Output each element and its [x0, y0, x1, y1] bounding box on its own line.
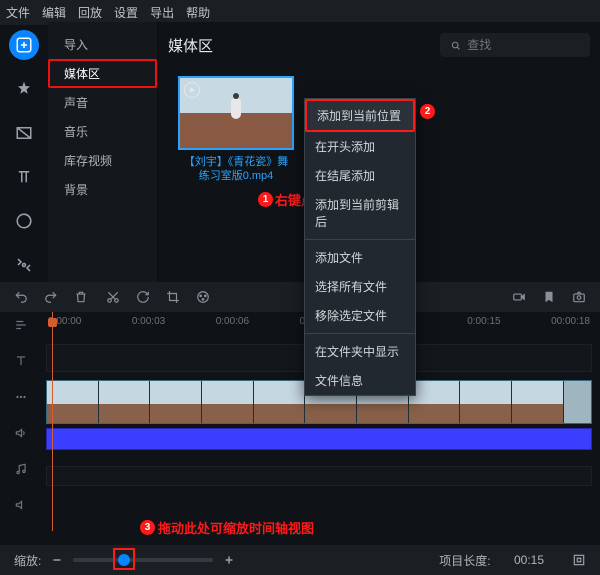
panel-title: 媒体区: [168, 35, 213, 56]
tool-transitions[interactable]: [9, 118, 39, 148]
search-box[interactable]: [440, 33, 590, 57]
ruler-t2: 0:00:06: [216, 316, 249, 336]
thumb-caption: 【刘宇】《青花瓷》舞 练习室版0.mp4: [178, 155, 294, 183]
badge-3: 3: [140, 520, 155, 535]
media-sidebar: 导入 媒体区 声音 音乐 库存视频 背景: [48, 22, 158, 282]
timeline-toolbar: [0, 282, 600, 312]
tool-effects[interactable]: [9, 74, 39, 104]
tl-music-icon[interactable]: [14, 462, 28, 476]
ctx-add-file[interactable]: 添加文件: [305, 243, 415, 272]
tl-volume2-icon[interactable]: [14, 498, 28, 512]
ctx-sep-1: [305, 239, 415, 240]
callout-3: 3 拖动此处可缩放时间轴视图: [140, 518, 314, 537]
ruler-t1: 0:00:03: [132, 316, 165, 336]
undo-icon[interactable]: [14, 290, 28, 304]
sidebar-item-import[interactable]: 导入: [48, 30, 157, 59]
ctx-show-in-folder[interactable]: 在文件夹中显示: [305, 337, 415, 366]
ctx-add-current-label: 添加到当前位置: [317, 109, 401, 123]
track-audio[interactable]: [46, 428, 592, 450]
video-frame: [512, 381, 564, 423]
zoom-knob[interactable]: [118, 554, 130, 566]
zoom-slider[interactable]: [73, 558, 213, 562]
tl-video-icon[interactable]: [14, 390, 28, 404]
tl-settings-icon[interactable]: [14, 318, 28, 332]
tool-rail: [0, 22, 48, 282]
zoom-in-icon[interactable]: [223, 554, 235, 566]
project-length-value: 00:15: [514, 553, 544, 567]
tool-add-media[interactable]: [9, 30, 39, 60]
crop-icon[interactable]: [166, 290, 180, 304]
video-frame: [99, 381, 151, 423]
context-menu: 添加到当前位置 2 在开头添加 在结尾添加 添加到当前剪辑后 添加文件 选择所有…: [304, 98, 416, 396]
thumb-figure: [229, 93, 243, 123]
menu-export[interactable]: 导出: [150, 4, 174, 21]
ctx-sep-2: [305, 333, 415, 334]
thumb-image[interactable]: [178, 76, 294, 150]
ctx-select-all[interactable]: 选择所有文件: [305, 272, 415, 301]
track-music[interactable]: [46, 466, 592, 486]
menu-play[interactable]: 回放: [78, 4, 102, 21]
thumb-caption-line2: 练习室版0.mp4: [178, 169, 294, 183]
tool-titles[interactable]: [9, 162, 39, 192]
redo-icon[interactable]: [44, 290, 58, 304]
timeline-left-tools: [0, 312, 42, 545]
search-icon: [450, 39, 461, 52]
fit-icon[interactable]: [572, 553, 586, 567]
video-frame: [47, 381, 99, 423]
ctx-remove-selected[interactable]: 移除选定文件: [305, 301, 415, 330]
tl-volume-icon[interactable]: [14, 426, 28, 440]
video-frame: [150, 381, 202, 423]
cut-icon[interactable]: [106, 290, 120, 304]
menu-help[interactable]: 帮助: [186, 4, 210, 21]
timeline: 0:00:00 0:00:03 0:00:06 0:00:09 0:00:12 …: [0, 312, 600, 545]
ctx-add-current[interactable]: 添加到当前位置 2: [305, 99, 415, 132]
ctx-add-start[interactable]: 在开头添加: [305, 132, 415, 161]
ctx-file-info[interactable]: 文件信息: [305, 366, 415, 395]
rotate-icon[interactable]: [136, 290, 150, 304]
media-thumb[interactable]: 【刘宇】《青花瓷》舞 练习室版0.mp4: [178, 76, 294, 183]
sidebar-item-stock[interactable]: 库存视频: [48, 146, 157, 175]
zoom-label: 缩放:: [14, 552, 41, 569]
tool-stickers[interactable]: [9, 206, 39, 236]
thumb-caption-line1: 【刘宇】《青花瓷》舞: [178, 155, 294, 169]
record-icon[interactable]: [512, 290, 526, 304]
sidebar-item-music[interactable]: 音乐: [48, 117, 157, 146]
tl-text-icon[interactable]: [14, 354, 28, 368]
video-frame: [409, 381, 461, 423]
playhead[interactable]: [52, 312, 53, 531]
zoom-out-icon[interactable]: [51, 554, 63, 566]
tool-more[interactable]: [9, 250, 39, 280]
menu-settings[interactable]: 设置: [114, 4, 138, 21]
ctx-add-end[interactable]: 在结尾添加: [305, 161, 415, 190]
snapshot-icon[interactable]: [572, 290, 586, 304]
sidebar-item-media[interactable]: 媒体区: [48, 59, 157, 88]
panel-header: 媒体区: [168, 28, 590, 62]
sidebar-item-background[interactable]: 背景: [48, 175, 157, 204]
badge-1: 1: [258, 192, 273, 207]
ruler-t5: 0:00:15: [467, 316, 500, 336]
sidebar-item-sound[interactable]: 声音: [48, 88, 157, 117]
menu-edit[interactable]: 编辑: [42, 4, 66, 21]
callout-3-text: 拖动此处可缩放时间轴视图: [158, 518, 314, 537]
menu-file[interactable]: 文件: [6, 4, 30, 21]
color-icon[interactable]: [196, 290, 210, 304]
ctx-add-after-clip[interactable]: 添加到当前剪辑后: [305, 190, 415, 236]
marker-icon[interactable]: [542, 290, 556, 304]
search-input[interactable]: [467, 38, 580, 52]
project-length-label: 项目长度:: [439, 552, 490, 569]
badge-2: 2: [420, 104, 435, 119]
video-frame: [460, 381, 512, 423]
ruler-t6: 00:00:18: [551, 316, 590, 336]
play-icon: [184, 82, 200, 98]
delete-icon[interactable]: [74, 290, 88, 304]
bottom-bar: 缩放: 项目长度: 00:15: [0, 545, 600, 575]
video-frame: [254, 381, 306, 423]
video-frame: [202, 381, 254, 423]
